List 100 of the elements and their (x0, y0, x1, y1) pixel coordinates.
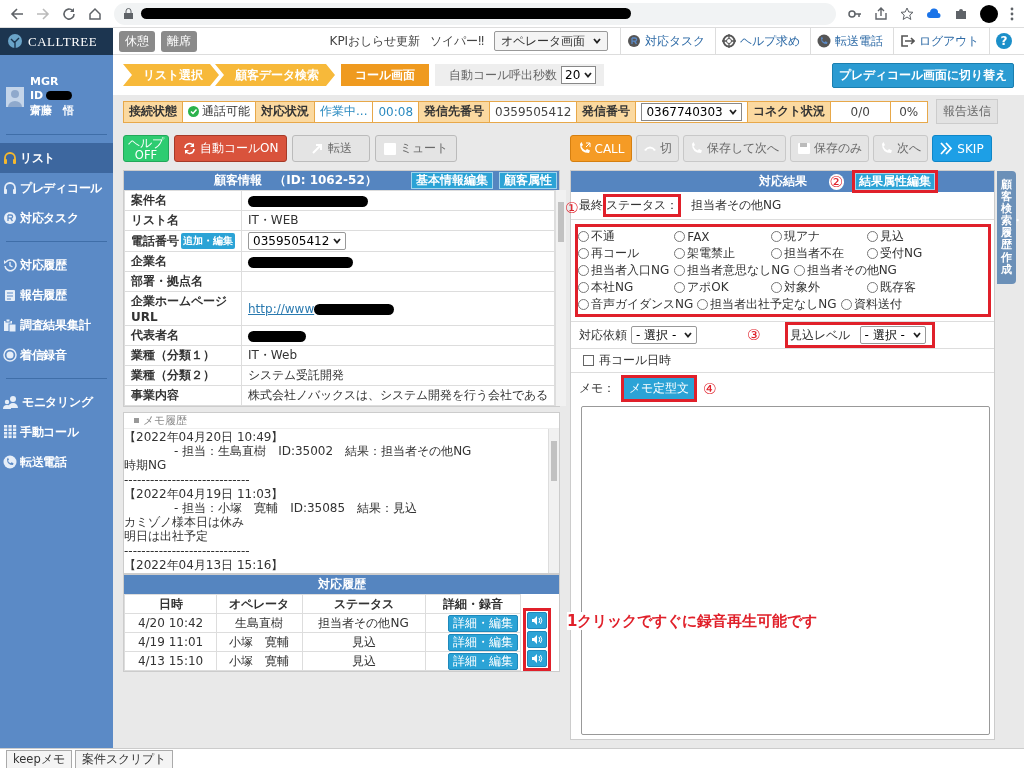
result-attribute-button[interactable]: 結果属性編集 (855, 173, 935, 190)
sidebar-item[interactable]: リスト (0, 143, 113, 173)
seconds-dropdown[interactable]: 20 (561, 66, 597, 84)
header-button[interactable]: 顧客属性 (499, 172, 557, 189)
switch-button[interactable]: プレディコール画面に切り替え (832, 62, 1014, 88)
detail-edit-button[interactable]: 詳細・編集 (448, 652, 518, 670)
level-dropdown[interactable]: - 選択 - (859, 326, 926, 344)
forward-icon (36, 6, 50, 21)
header-link[interactable]: ヘルプ求め (715, 27, 806, 55)
menu-icon (1010, 6, 1014, 21)
keypad-icon (3, 425, 17, 439)
status-radio[interactable]: 音声ガイダンスNG (578, 296, 698, 313)
status-radio[interactable]: 見込 (867, 228, 964, 245)
play-recording-button[interactable] (527, 631, 547, 648)
auto-call-button[interactable]: 自動コールON (174, 135, 288, 162)
scrollbar[interactable] (555, 190, 566, 406)
memo-line: 時期NG (124, 458, 168, 473)
status-radio[interactable]: 担当者その他NG (793, 262, 901, 279)
add-edit-button[interactable]: 追加・編集 (181, 233, 235, 249)
status-radio[interactable]: 受付NG (867, 245, 964, 262)
field-label: 部署・拠点名 (131, 274, 203, 288)
status-radio[interactable]: 担当者出社予定なしNG (697, 296, 841, 313)
phone-dropdown[interactable]: 0359505412 (248, 232, 347, 250)
status-radio[interactable]: 架電禁止 (674, 245, 771, 262)
share-icon (874, 6, 888, 21)
screen-dropdown[interactable]: オペレータ画面 (494, 31, 608, 51)
memo-line: - 担当：小塚 寛輔 ID:35085 結果：見込 (173, 501, 419, 516)
sidebar-item[interactable]: モニタリング (0, 387, 113, 417)
status-radio[interactable]: 不通 (578, 228, 675, 245)
status-radio[interactable]: 担当者入口NG (578, 262, 675, 279)
caret-icon (684, 332, 693, 338)
status-radio[interactable]: 資料送付 (840, 296, 937, 313)
table-cell: 見込 (302, 632, 426, 652)
save-icon (797, 142, 811, 155)
address-bar[interactable] (114, 2, 836, 25)
caret-icon (912, 332, 921, 338)
level-label: 見込レベル (789, 326, 850, 344)
sidebar-item[interactable]: 調査結果集計 (0, 310, 113, 340)
play-recording-button[interactable] (527, 650, 547, 667)
play-recording-button[interactable] (527, 612, 547, 629)
status-button[interactable]: 離席 (161, 30, 197, 52)
user-role: MGR (30, 75, 60, 88)
status-radio[interactable]: 再コール (578, 245, 675, 262)
sidebar-item[interactable]: 転送電話 (0, 447, 113, 477)
request-dropdown[interactable]: - 選択 - (631, 326, 698, 344)
status-label: 対応状況 (256, 101, 315, 122)
status-value: 0/0 (830, 101, 891, 122)
scrollbar[interactable] (548, 429, 559, 573)
header-link[interactable]: ログアウト (893, 27, 985, 55)
skip-button[interactable]: SKIP (932, 135, 992, 162)
recall-checkbox[interactable] (583, 355, 594, 366)
status-value: 0% (898, 103, 920, 121)
field-label: 事業内容 (131, 388, 179, 402)
detail-edit-button[interactable]: 詳細・編集 (448, 633, 518, 651)
logout-icon (900, 34, 915, 48)
headset-icon (3, 181, 17, 195)
bottom-tab[interactable]: 案件スクリプト (74, 750, 173, 768)
column-header: ステータス (302, 594, 426, 614)
status-label: コネクト状況 (747, 101, 831, 122)
final-status-label: ステータス： (606, 197, 678, 214)
header-link[interactable]: 対応タスク (620, 27, 711, 55)
cloud-icon (926, 6, 942, 21)
status-button[interactable]: 休憩 (119, 30, 155, 52)
header-link[interactable]: 転送電話 (810, 27, 889, 55)
help-button[interactable]: ? (996, 33, 1012, 49)
status-radio[interactable]: 担当者意思なしNG (674, 262, 794, 279)
lifebuoy-icon (722, 34, 736, 48)
header-button[interactable]: 基本情報編集 (411, 172, 493, 189)
redaction-bar (248, 330, 306, 342)
field-value: システム受託開発 (248, 368, 344, 382)
caller-number-dropdown[interactable]: 0367740303 (641, 102, 742, 121)
status-radio[interactable]: 対象外 (770, 279, 868, 296)
panel-title: 対応結果 (758, 174, 807, 188)
homepage-link[interactable]: http://www (248, 301, 315, 316)
status-radio[interactable]: 既存客 (867, 279, 964, 296)
status-radio[interactable]: アポOK (674, 279, 771, 296)
sidebar-item[interactable]: 着信録音 (0, 340, 113, 370)
notice-link[interactable]: KPIおしらせ更新 (329, 32, 421, 50)
status-radio[interactable]: 現アナ (770, 228, 868, 245)
caret-icon (584, 72, 593, 78)
sidebar-item[interactable]: プレディコール (0, 173, 113, 203)
field-label: リスト名 (131, 213, 179, 227)
record-icon (3, 348, 17, 362)
detail-edit-button[interactable]: 詳細・編集 (448, 614, 518, 632)
memo-template-button[interactable]: メモ定型文 (624, 378, 694, 399)
sidebar-item[interactable]: 報告履歴 (0, 280, 113, 310)
table-cell: 4/20 10:42 (124, 613, 217, 633)
sidebar-item[interactable]: 対応履歴 (0, 250, 113, 280)
sidebar-item[interactable]: 対応タスク (0, 203, 113, 233)
status-radio[interactable]: 担当者不在 (770, 245, 868, 262)
sidebar-item[interactable]: 手動コール (0, 417, 113, 447)
tree-icon (6, 32, 24, 51)
caret-icon (333, 238, 342, 244)
avatar-icon (980, 4, 998, 23)
annotation-marker: ① (565, 199, 579, 217)
field-label: 企業ホームページURL (131, 294, 227, 324)
arrow-icon (310, 142, 324, 155)
bottom-tab[interactable]: keepメモ (6, 750, 72, 768)
status-radio[interactable]: FAX (674, 228, 771, 245)
status-radio[interactable]: 本社NG (578, 279, 675, 296)
